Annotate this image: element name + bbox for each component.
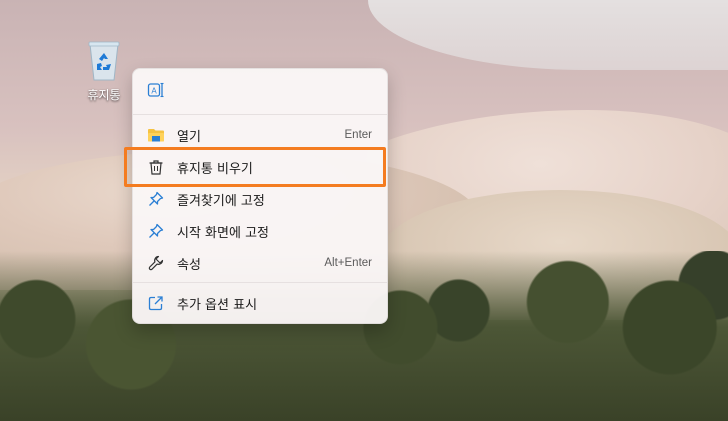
menu-item-shortcut: Enter (344, 129, 373, 141)
menu-item-show-more-options[interactable]: 추가 옵션 표시 (137, 288, 383, 318)
highlight-box (124, 147, 386, 187)
menu-item-label: 즐겨찾기에 고정 (177, 193, 265, 209)
menu-item-label: 열기 (177, 129, 201, 145)
context-menu: A 열기 Enter 휴지통 비우기 즐겨찾기에 고정 시작 화면에 고정 속성… (132, 68, 388, 324)
context-menu-top-actions: A (133, 69, 387, 113)
rename-icon: A (147, 82, 164, 98)
share-out-icon (147, 294, 165, 312)
pin-icon (147, 190, 165, 208)
sky (368, 0, 728, 70)
menu-separator (133, 282, 387, 283)
folder-icon (147, 126, 165, 144)
wrench-icon (147, 254, 165, 272)
pin-icon (147, 222, 165, 240)
desktop-icon-label: 휴지통 (87, 88, 121, 102)
recycle-bin-icon (88, 41, 120, 81)
menu-item-pin-to-start[interactable]: 시작 화면에 고정 (137, 216, 383, 246)
menu-item-label: 속성 (177, 257, 201, 273)
svg-text:A: A (151, 87, 157, 96)
menu-item-pin-to-quick-access[interactable]: 즐겨찾기에 고정 (137, 184, 383, 214)
menu-item-label: 시작 화면에 고정 (177, 225, 269, 241)
menu-item-properties[interactable]: 속성 Alt+Enter (137, 248, 383, 278)
menu-item-label: 추가 옵션 표시 (177, 297, 258, 313)
rename-button[interactable]: A (145, 79, 167, 101)
recycle-bin-desktop-icon[interactable]: 휴지통 (80, 38, 128, 103)
menu-separator (133, 114, 387, 115)
menu-item-shortcut: Alt+Enter (324, 257, 372, 269)
menu-item-open[interactable]: 열기 Enter (137, 120, 383, 150)
